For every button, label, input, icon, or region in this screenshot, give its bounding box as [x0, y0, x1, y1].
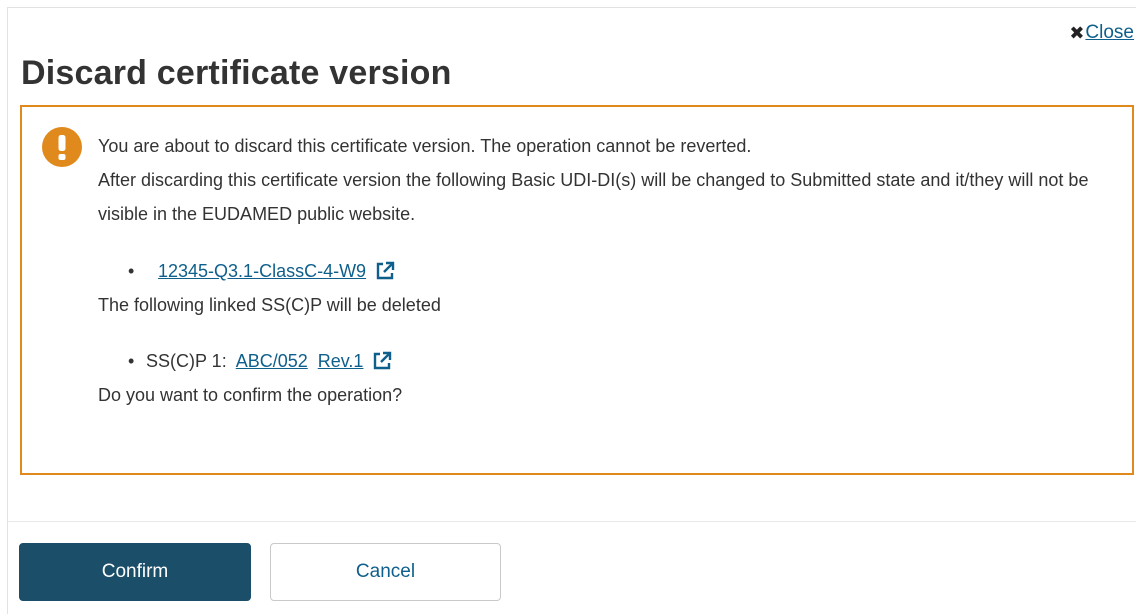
- confirm-button[interactable]: Confirm: [19, 543, 251, 601]
- warning-alert: You are about to discard this certificat…: [20, 105, 1134, 475]
- alert-body: You are about to discard this certificat…: [98, 129, 1112, 412]
- close-icon: ✖: [1069, 23, 1085, 43]
- sscp-link[interactable]: ABC/052: [236, 344, 308, 378]
- close-label: Close: [1085, 22, 1134, 43]
- warning-exclamation-icon: [42, 127, 82, 167]
- close-button[interactable]: ✖ Close: [1069, 22, 1134, 44]
- warning-line-1: You are about to discard this certificat…: [98, 136, 752, 156]
- list-item: 12345-Q3.1-ClassC-4-W9: [98, 254, 1112, 288]
- sscp-prefix: SS(C)P 1:: [146, 351, 227, 371]
- sscp-revision-link[interactable]: Rev.1: [318, 344, 364, 378]
- sscp-list: SS(C)P 1: ABC/052 Rev.1: [98, 344, 1112, 378]
- cancel-button[interactable]: Cancel: [270, 543, 501, 601]
- udi-link[interactable]: 12345-Q3.1-ClassC-4-W9: [158, 254, 366, 288]
- warning-line-2: After discarding this certificate versio…: [98, 170, 1089, 224]
- external-link-icon[interactable]: [371, 350, 393, 372]
- sscp-heading: The following linked SS(C)P will be dele…: [98, 295, 441, 315]
- dialog-title: Discard certificate version: [21, 54, 452, 92]
- udi-list: 12345-Q3.1-ClassC-4-W9: [98, 254, 1112, 288]
- discard-dialog: ✖ Close Discard certificate version You …: [7, 7, 1136, 614]
- list-item: SS(C)P 1: ABC/052 Rev.1: [98, 344, 1112, 378]
- dialog-footer: Confirm Cancel: [8, 521, 1136, 614]
- external-link-icon[interactable]: [374, 260, 396, 282]
- confirm-question: Do you want to confirm the operation?: [98, 385, 403, 405]
